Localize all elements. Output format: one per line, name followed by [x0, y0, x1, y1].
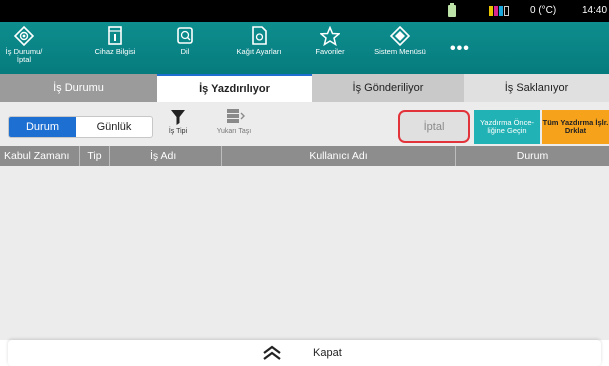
nav-device-info[interactable]: Cihaz Bilgisi	[86, 22, 144, 74]
segment-status[interactable]: Durum	[9, 117, 76, 137]
nav-system-menu-label: Sistem Menüsü	[374, 47, 426, 56]
nav-favorites-label: Favoriler	[315, 47, 345, 56]
toner-cyan	[499, 6, 503, 16]
tab-job-status[interactable]: İş Durumu	[0, 74, 157, 102]
device-info-icon	[108, 26, 122, 45]
clock: 14:40	[582, 5, 608, 16]
waste-toner-icon	[448, 3, 456, 17]
job-list	[0, 166, 609, 340]
nav-paper-settings[interactable]: Kağıt Ayarları	[228, 22, 290, 74]
toner-magenta	[494, 6, 498, 16]
toner-level-icon	[489, 6, 509, 16]
column-job-name[interactable]: İş Adı	[110, 146, 222, 166]
table-header: Kabul Zamanı Tip İş Adı Kullanıcı Adı Du…	[0, 146, 609, 166]
cancel-button[interactable]: İptal	[398, 110, 470, 143]
tab-storing-jobs[interactable]: İş Saklanıyor	[464, 74, 609, 102]
column-type[interactable]: Tip	[80, 146, 110, 166]
segment-log[interactable]: Günlük	[76, 117, 152, 137]
close-bar[interactable]: Kapat	[8, 340, 601, 366]
nav-system-menu[interactable]: Sistem Menüsü	[368, 22, 432, 74]
nav-device-info-label: Cihaz Bilgisi	[94, 47, 136, 56]
top-navigation: İş Durumu/ İptal Cihaz Bilgisi Dil Kağıt…	[0, 22, 609, 74]
pause-all-print-button[interactable]: Tüm Yazdırma İşlr. Drklat	[542, 110, 609, 144]
double-chevron-up-icon	[263, 345, 281, 360]
filter-icon	[171, 110, 185, 125]
interrupt-print-button[interactable]: Yazdırma Önce- liğine Geçin	[474, 110, 540, 144]
move-up-label: Yukarı Taşı	[216, 128, 252, 135]
move-up-button[interactable]: Yukarı Taşı	[212, 108, 256, 135]
tab-sending-jobs[interactable]: İş Gönderiliyor	[312, 74, 464, 102]
temperature-readout: 0 (°C)	[530, 5, 557, 16]
paper-settings-icon	[252, 26, 267, 45]
close-label: Kapat	[313, 347, 342, 359]
nav-job-status-label: İş Durumu/ İptal	[5, 47, 43, 64]
nav-paper-settings-label: Kağıt Ayarları	[236, 47, 282, 56]
toner-black	[504, 6, 509, 16]
nav-language[interactable]: Dil	[170, 22, 200, 74]
nav-favorites[interactable]: Favoriler	[310, 22, 350, 74]
star-icon	[320, 26, 340, 46]
job-type-label: İş Tipi	[168, 128, 188, 135]
system-menu-icon	[390, 26, 410, 46]
job-status-icon	[14, 26, 34, 46]
nav-language-label: Dil	[180, 47, 190, 56]
job-type-button[interactable]: İş Tipi	[163, 108, 193, 135]
nav-job-status[interactable]: İş Durumu/ İptal	[0, 22, 48, 74]
column-status[interactable]: Durum	[456, 146, 609, 166]
toner-yellow	[489, 6, 493, 16]
more-icon[interactable]: •••	[450, 40, 470, 58]
language-icon	[177, 27, 193, 44]
move-up-icon	[227, 109, 245, 123]
column-user-name[interactable]: Kullanıcı Adı	[222, 146, 456, 166]
column-accepted-time[interactable]: Kabul Zamanı	[0, 146, 80, 166]
tab-bar: İş Durumu İş Yazdırılıyor İş Gönderiliyo…	[0, 74, 609, 102]
view-segment: Durum Günlük	[8, 116, 153, 138]
tab-printing-jobs[interactable]: İş Yazdırılıyor	[157, 74, 312, 102]
status-bar: 0 (°C) 14:40	[0, 0, 609, 22]
